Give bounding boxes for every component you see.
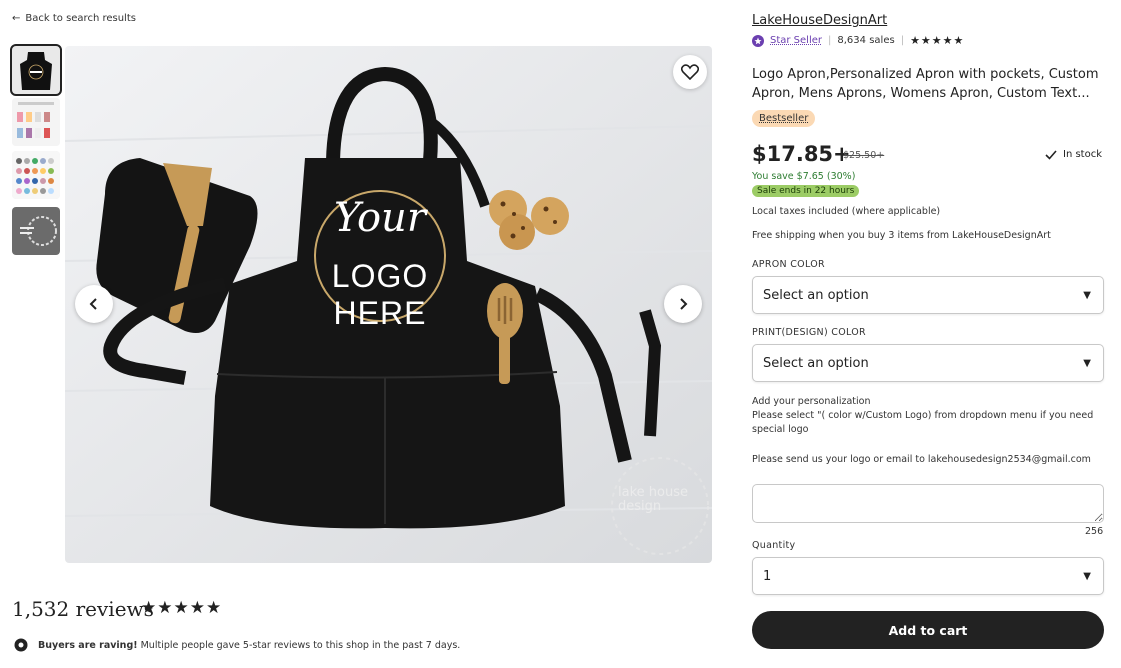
thumbnail-swatches[interactable] [12,151,60,199]
apron-color-value: Select an option [763,287,869,303]
listing-title: Logo Apron,Personalized Apron with pocke… [752,67,1099,101]
stock-status: In stock [1045,149,1102,160]
caret-down-icon: ▼ [1083,357,1091,369]
bestseller-badge[interactable]: Bestseller [752,110,816,127]
chevron-left-icon [89,298,97,310]
character-limit: 256 [1085,526,1104,537]
print-color-select[interactable]: Select an option ▼ [752,344,1104,382]
shipping-note: Free shipping when you buy 3 items from … [752,230,1051,241]
apron-color-select[interactable]: Select an option ▼ [752,276,1104,314]
back-to-search-link[interactable]: ← Back to search results [12,13,136,24]
buyers-raving-note: Buyers are raving! Multiple people gave … [14,638,460,652]
caret-down-icon: ▼ [1083,289,1091,301]
star-seller-badge-icon [752,34,764,47]
price: $17.85+ [752,142,851,166]
reviews-stars: ★★★★★ [141,598,223,618]
logo-script-text: Your [334,195,426,241]
stock-label: In stock [1063,149,1103,160]
divider: | [900,35,905,46]
watermark-text: lake house design [618,485,688,514]
thumbnail-color-chart[interactable] [12,98,60,146]
raving-bold: Buyers are raving! [38,639,138,651]
arrow-left-icon: ← [12,13,21,24]
star-seller-link[interactable]: Star Seller [770,35,822,46]
raving-text: Multiple people gave 5-star reviews to t… [140,639,461,651]
thumbnail-apron-logo[interactable] [10,44,62,96]
next-image-button[interactable] [664,285,702,323]
seller-info-row: Star Seller | 8,634 sales | ★★★★★ [752,34,964,47]
chevron-right-icon [680,298,688,310]
chat-bubble-icon [14,638,28,652]
shop-name-link[interactable]: LakeHouseDesignArt [752,13,887,28]
apron-color-label: APRON COLOR [752,259,825,270]
back-link-label: Back to search results [25,13,136,24]
original-price: $25.50+ [843,150,885,161]
quantity-select[interactable]: 1 ▼ [752,557,1104,595]
you-save-text: You save $7.65 (30%) [752,171,856,182]
logo-here-text: LOGO HERE [331,258,429,331]
print-color-label: PRINT(DESIGN) COLOR [752,327,866,338]
personalization-textarea[interactable] [752,484,1104,523]
quantity-label: Quantity [752,540,796,551]
divider: | [828,35,832,46]
checkmark-icon [1045,149,1057,160]
heart-icon [681,64,699,80]
reviews-count: 1,532 reviews [12,597,154,621]
caret-down-icon: ▼ [1083,570,1091,582]
prev-image-button[interactable] [75,285,113,323]
shop-rating-stars: ★★★★★ [910,34,965,47]
main-product-image: Your LOGO HERE lake house design [65,46,712,563]
sale-ends-badge: Sale ends in 22 hours [752,185,860,197]
personalization-instructions: Add your personalization Please select "… [752,395,1104,437]
personalization-hint: Please send us your logo or email to lak… [752,454,1091,465]
thumbnail-shop-logo[interactable] [12,207,60,255]
add-to-cart-button[interactable]: Add to cart [752,611,1104,649]
taxes-note: Local taxes included (where applicable) [752,206,941,217]
personalization-label: Add your personalization [752,396,871,407]
print-color-value: Select an option [763,355,869,371]
sales-count: 8,634 sales [837,35,895,46]
personalization-instructions-text: Please select "( color w/Custom Logo) fr… [752,410,1094,435]
favorite-button[interactable] [673,55,707,89]
quantity-value: 1 [763,568,772,584]
